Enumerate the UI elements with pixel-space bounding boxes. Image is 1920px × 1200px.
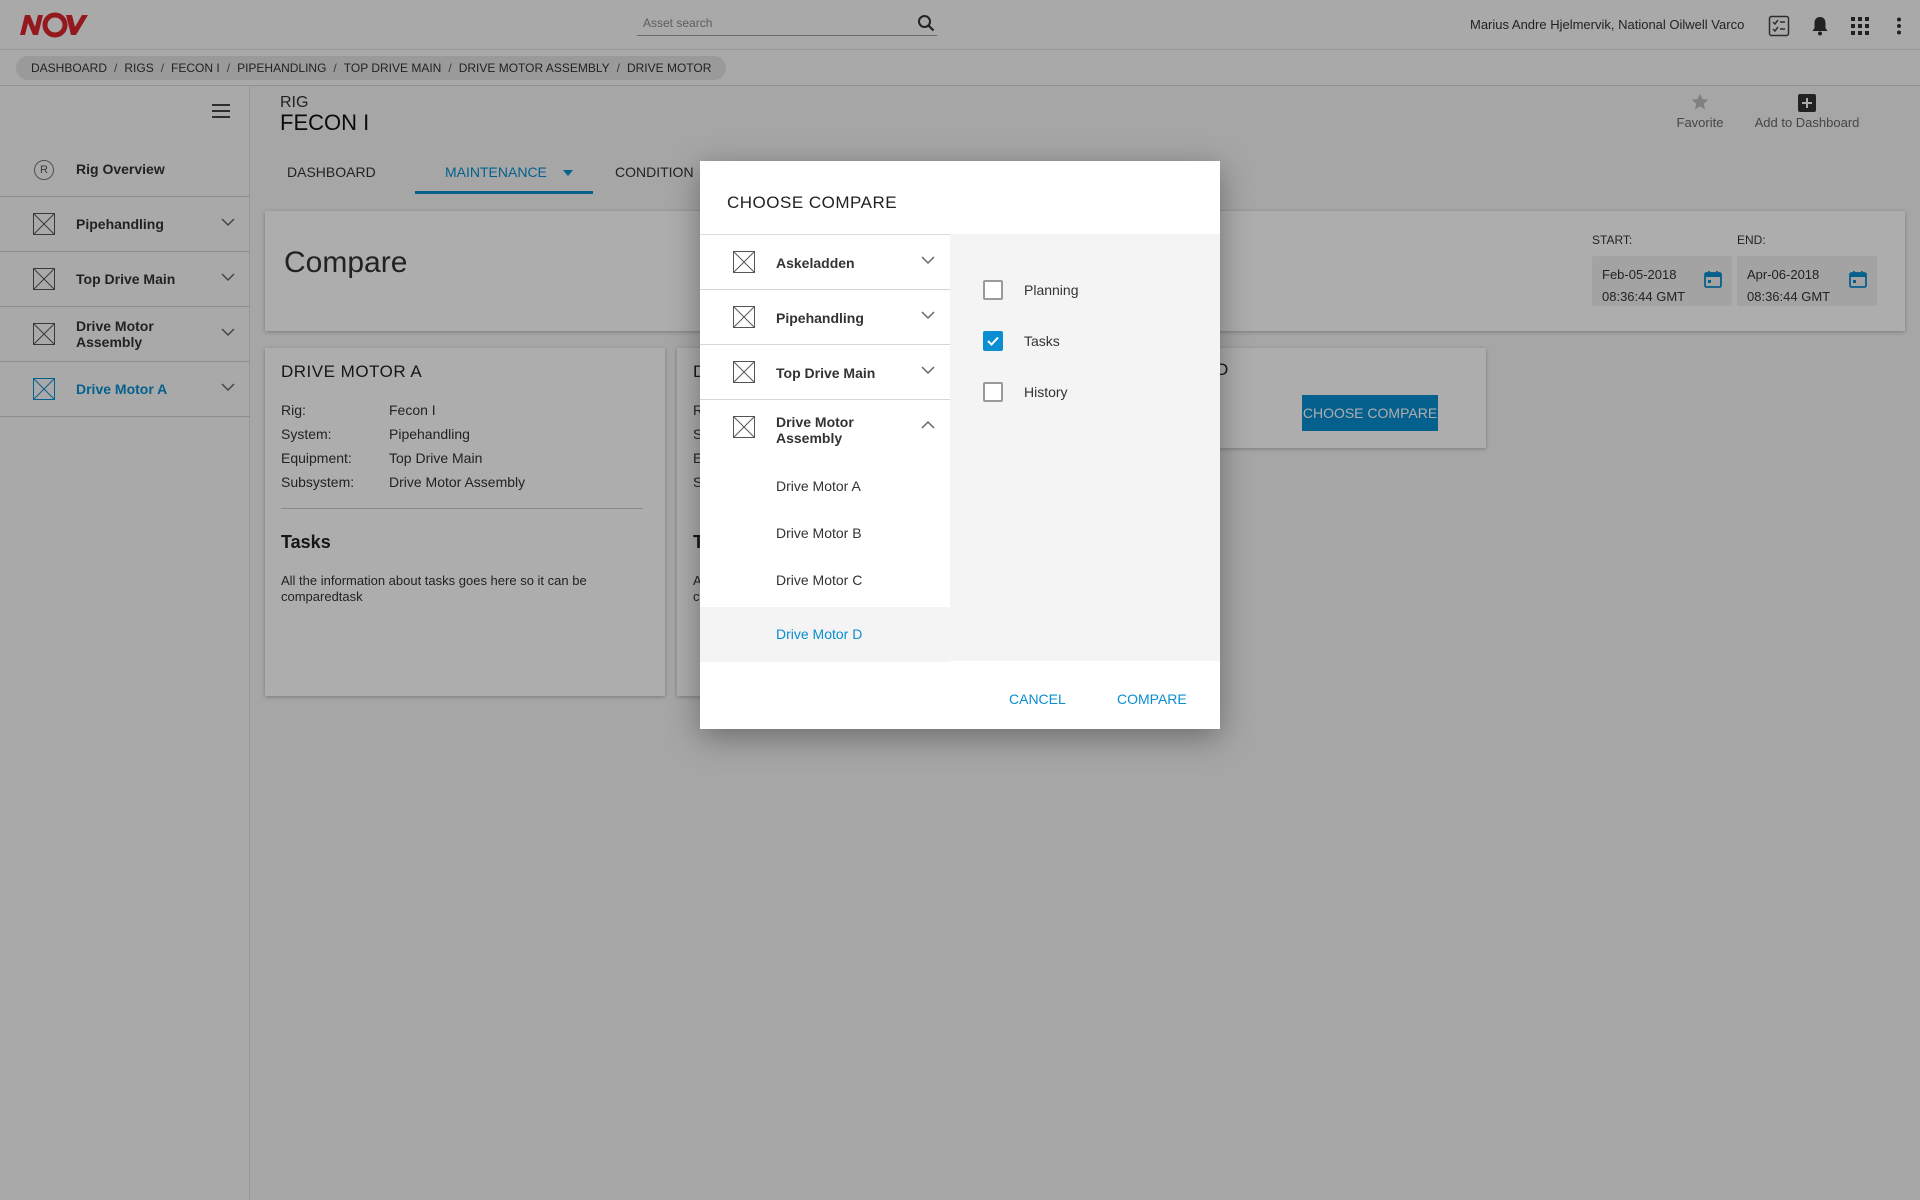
tree-item-drive-motor-assembly-header[interactable]: Drive Motor Assembly (700, 400, 950, 455)
tasks-checkbox[interactable] (983, 331, 1003, 351)
asset-tree: Askeladden Pipehandling Top Drive Main D… (700, 234, 950, 662)
planning-checkbox[interactable] (983, 280, 1003, 300)
tree-item-pipehandling[interactable]: Pipehandling (700, 290, 950, 345)
tree-subitem-drive-motor-c[interactable]: Drive Motor C (776, 572, 862, 588)
tree-item-label: Askeladden (776, 255, 855, 271)
compare-options: Planning Tasks History (950, 234, 1220, 661)
tree-item-label: Pipehandling (776, 310, 864, 326)
option-label: Tasks (1024, 333, 1060, 349)
chevron-down-icon[interactable] (921, 255, 935, 265)
history-checkbox[interactable] (983, 382, 1003, 402)
chevron-down-icon[interactable] (921, 365, 935, 375)
placeholder-x-icon (733, 416, 755, 438)
checkmark-icon (987, 336, 999, 346)
placeholder-x-icon (733, 361, 755, 383)
option-label: Planning (1024, 282, 1079, 298)
chevron-up-icon[interactable] (921, 420, 935, 430)
chevron-down-icon[interactable] (921, 310, 935, 320)
choose-compare-dialog: CHOOSE COMPARE Askeladden Pipehandling T… (700, 161, 1220, 729)
tree-item-askeladden[interactable]: Askeladden (700, 235, 950, 290)
tree-item-label: Drive Motor Assembly (776, 414, 854, 446)
tree-subitem-label: Drive Motor D (776, 626, 863, 642)
placeholder-x-icon (733, 251, 755, 273)
tree-item-top-drive-main[interactable]: Top Drive Main (700, 345, 950, 400)
option-planning[interactable]: Planning (983, 279, 1079, 301)
tree-subitem-drive-motor-b[interactable]: Drive Motor B (776, 525, 862, 541)
tree-item-label: Top Drive Main (776, 365, 876, 381)
compare-button[interactable]: COMPARE (1117, 691, 1187, 707)
cancel-button[interactable]: CANCEL (1009, 691, 1066, 707)
option-history[interactable]: History (983, 381, 1068, 403)
option-tasks[interactable]: Tasks (983, 330, 1060, 352)
option-label: History (1024, 384, 1068, 400)
dialog-title: CHOOSE COMPARE (727, 193, 898, 212)
tree-item-drive-motor-assembly: Drive Motor Assembly Drive Motor A Drive… (700, 400, 950, 607)
tree-subitem-drive-motor-d[interactable]: Drive Motor D (700, 607, 950, 662)
tree-subitem-drive-motor-a[interactable]: Drive Motor A (776, 478, 861, 494)
placeholder-x-icon (733, 306, 755, 328)
